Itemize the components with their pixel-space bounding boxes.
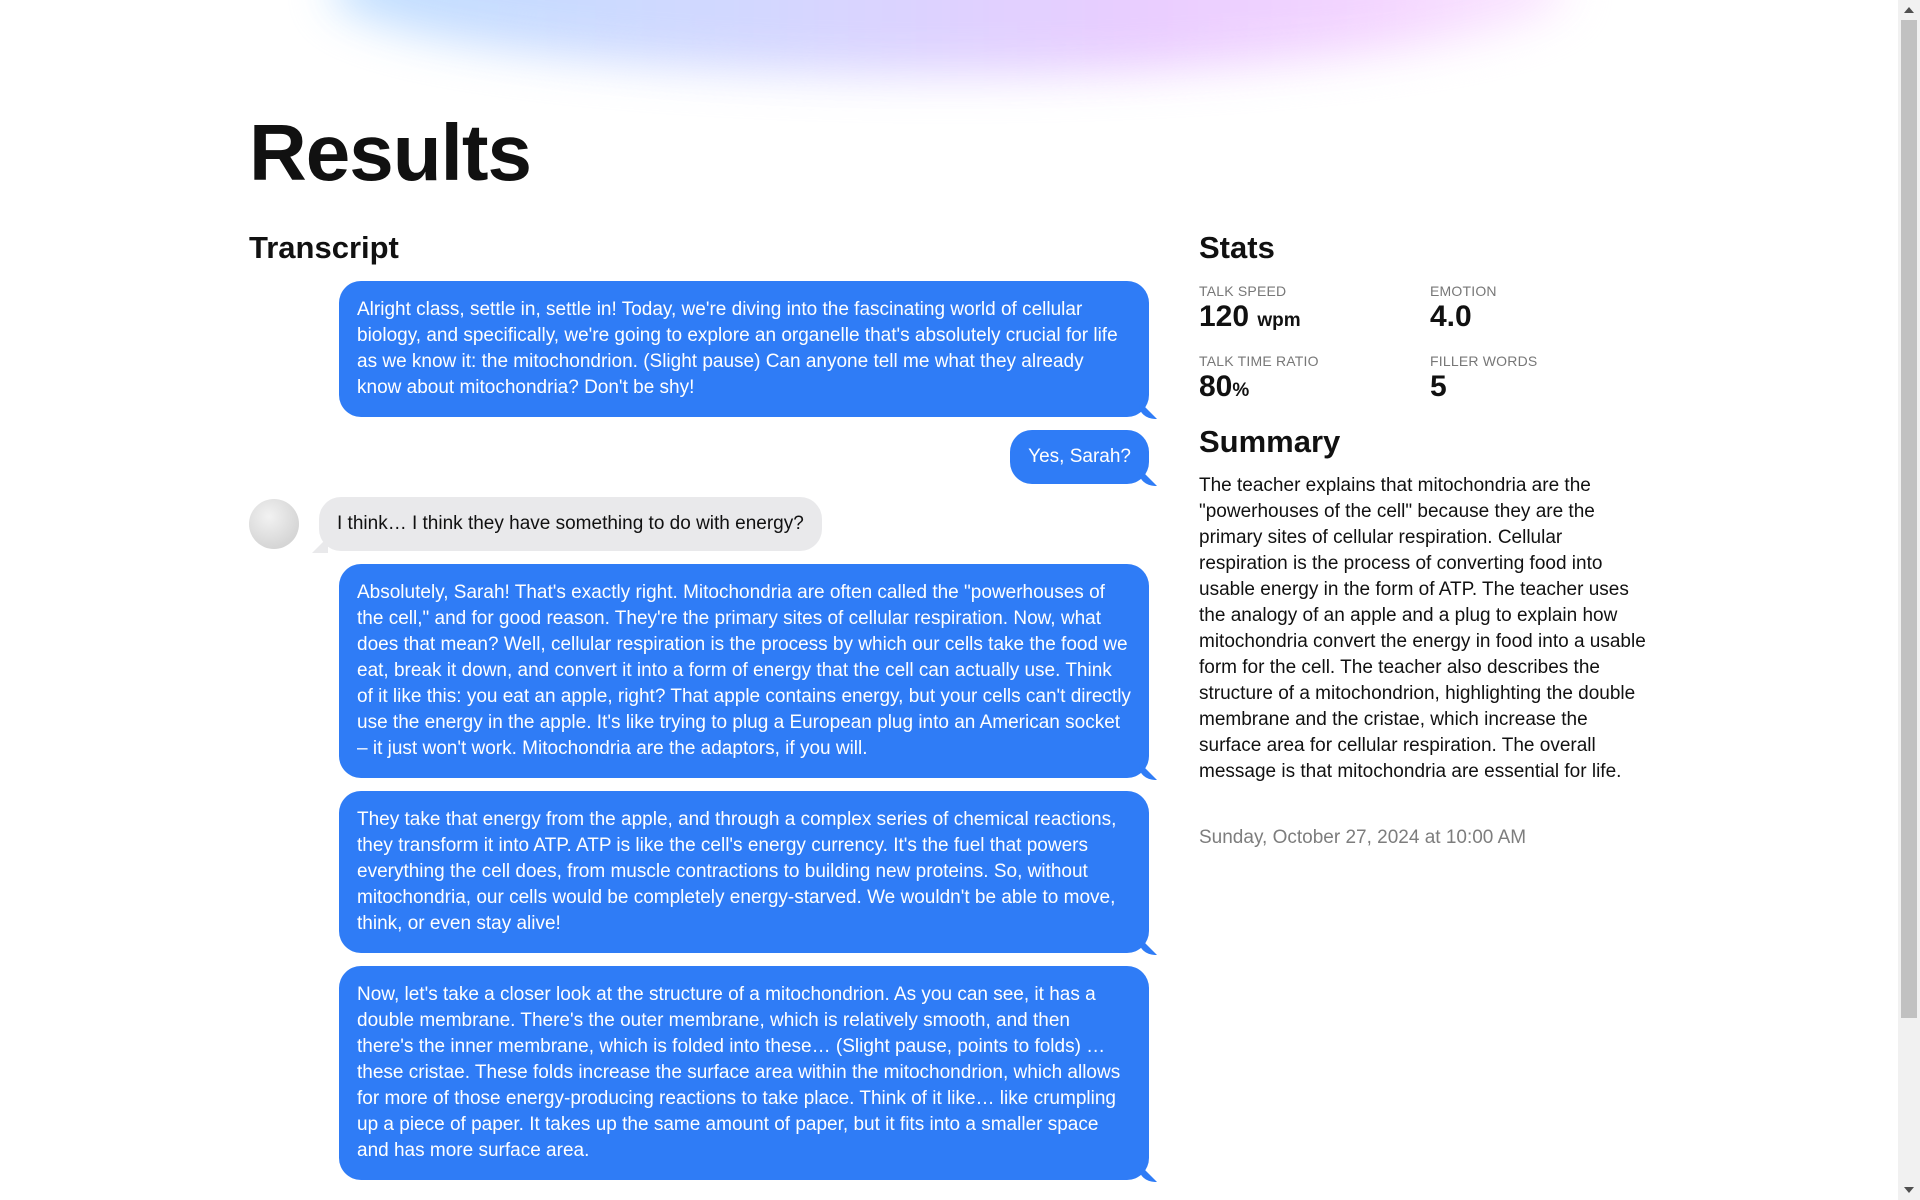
transcript-message: Now, let's take a closer look at the str… — [249, 966, 1149, 1180]
stat-unit: % — [1232, 380, 1250, 401]
stats-title: Stats — [1199, 230, 1275, 265]
summary-date: Sunday, October 27, 2024 at 10:00 AM — [1199, 827, 1527, 848]
transcript-message: I think… I think they have something to … — [249, 497, 1149, 551]
teacher-message-bubble: They take that energy from the apple, an… — [339, 791, 1149, 953]
teacher-message-bubble: Yes, Sarah? — [1010, 430, 1149, 484]
transcript-list[interactable]: Alright class, settle in, settle in! Tod… — [249, 281, 1149, 1193]
transcript-message: They take that energy from the apple, an… — [249, 791, 1149, 953]
summary-title: Summary — [1199, 424, 1341, 459]
teacher-message-bubble: Absolutely, Sarah! That's exactly right.… — [339, 564, 1149, 778]
stat-talk-time-ratio: TALK TIME RATIO 80% — [1199, 352, 1430, 408]
summary-text: The teacher explains that mitochondria a… — [1199, 475, 1646, 782]
stat-talk-speed: TALK SPEED 120 wpm — [1199, 282, 1430, 338]
stat-unit: wpm — [1257, 310, 1301, 331]
teacher-message-bubble: Now, let's take a closer look at the str… — [339, 966, 1149, 1180]
results-page: Results Transcript Alright class, settle… — [0, 0, 1898, 1200]
transcript-message: Absolutely, Sarah! That's exactly right.… — [249, 564, 1149, 778]
stats-grid: TALK SPEED 120 wpm EMOTION 4.0 TALK TIME… — [1199, 282, 1639, 408]
scroll-up-arrow-icon[interactable] — [1904, 7, 1914, 13]
stat-value: 4.0 — [1430, 300, 1472, 333]
transcript-message: Alright class, settle in, settle in! Tod… — [249, 281, 1149, 417]
stat-label: FILLER WORDS — [1430, 353, 1538, 369]
page-scrollbar[interactable] — [1898, 0, 1920, 1200]
stat-value: 80% — [1199, 370, 1430, 408]
transcript-message: Yes, Sarah? — [249, 430, 1149, 484]
scroll-down-arrow-icon[interactable] — [1904, 1187, 1914, 1193]
stat-label: TALK TIME RATIO — [1199, 353, 1319, 369]
stat-number: 120 — [1199, 300, 1250, 333]
stat-filler-words: FILLER WORDS 5 — [1430, 352, 1630, 408]
transcript-title: Transcript — [249, 230, 399, 265]
stat-label: EMOTION — [1430, 283, 1497, 299]
student-avatar — [249, 499, 299, 549]
page-title: Results — [249, 108, 532, 197]
stat-number: 80 — [1199, 370, 1233, 403]
stat-label: TALK SPEED — [1199, 283, 1287, 299]
stat-value: 5 — [1430, 370, 1447, 403]
scrollbar-thumb[interactable] — [1901, 20, 1917, 1018]
student-message-bubble: I think… I think they have something to … — [319, 497, 822, 551]
stat-emotion: EMOTION 4.0 — [1430, 282, 1630, 338]
stat-value: 120 wpm — [1199, 300, 1430, 338]
teacher-message-bubble: Alright class, settle in, settle in! Tod… — [339, 281, 1149, 417]
